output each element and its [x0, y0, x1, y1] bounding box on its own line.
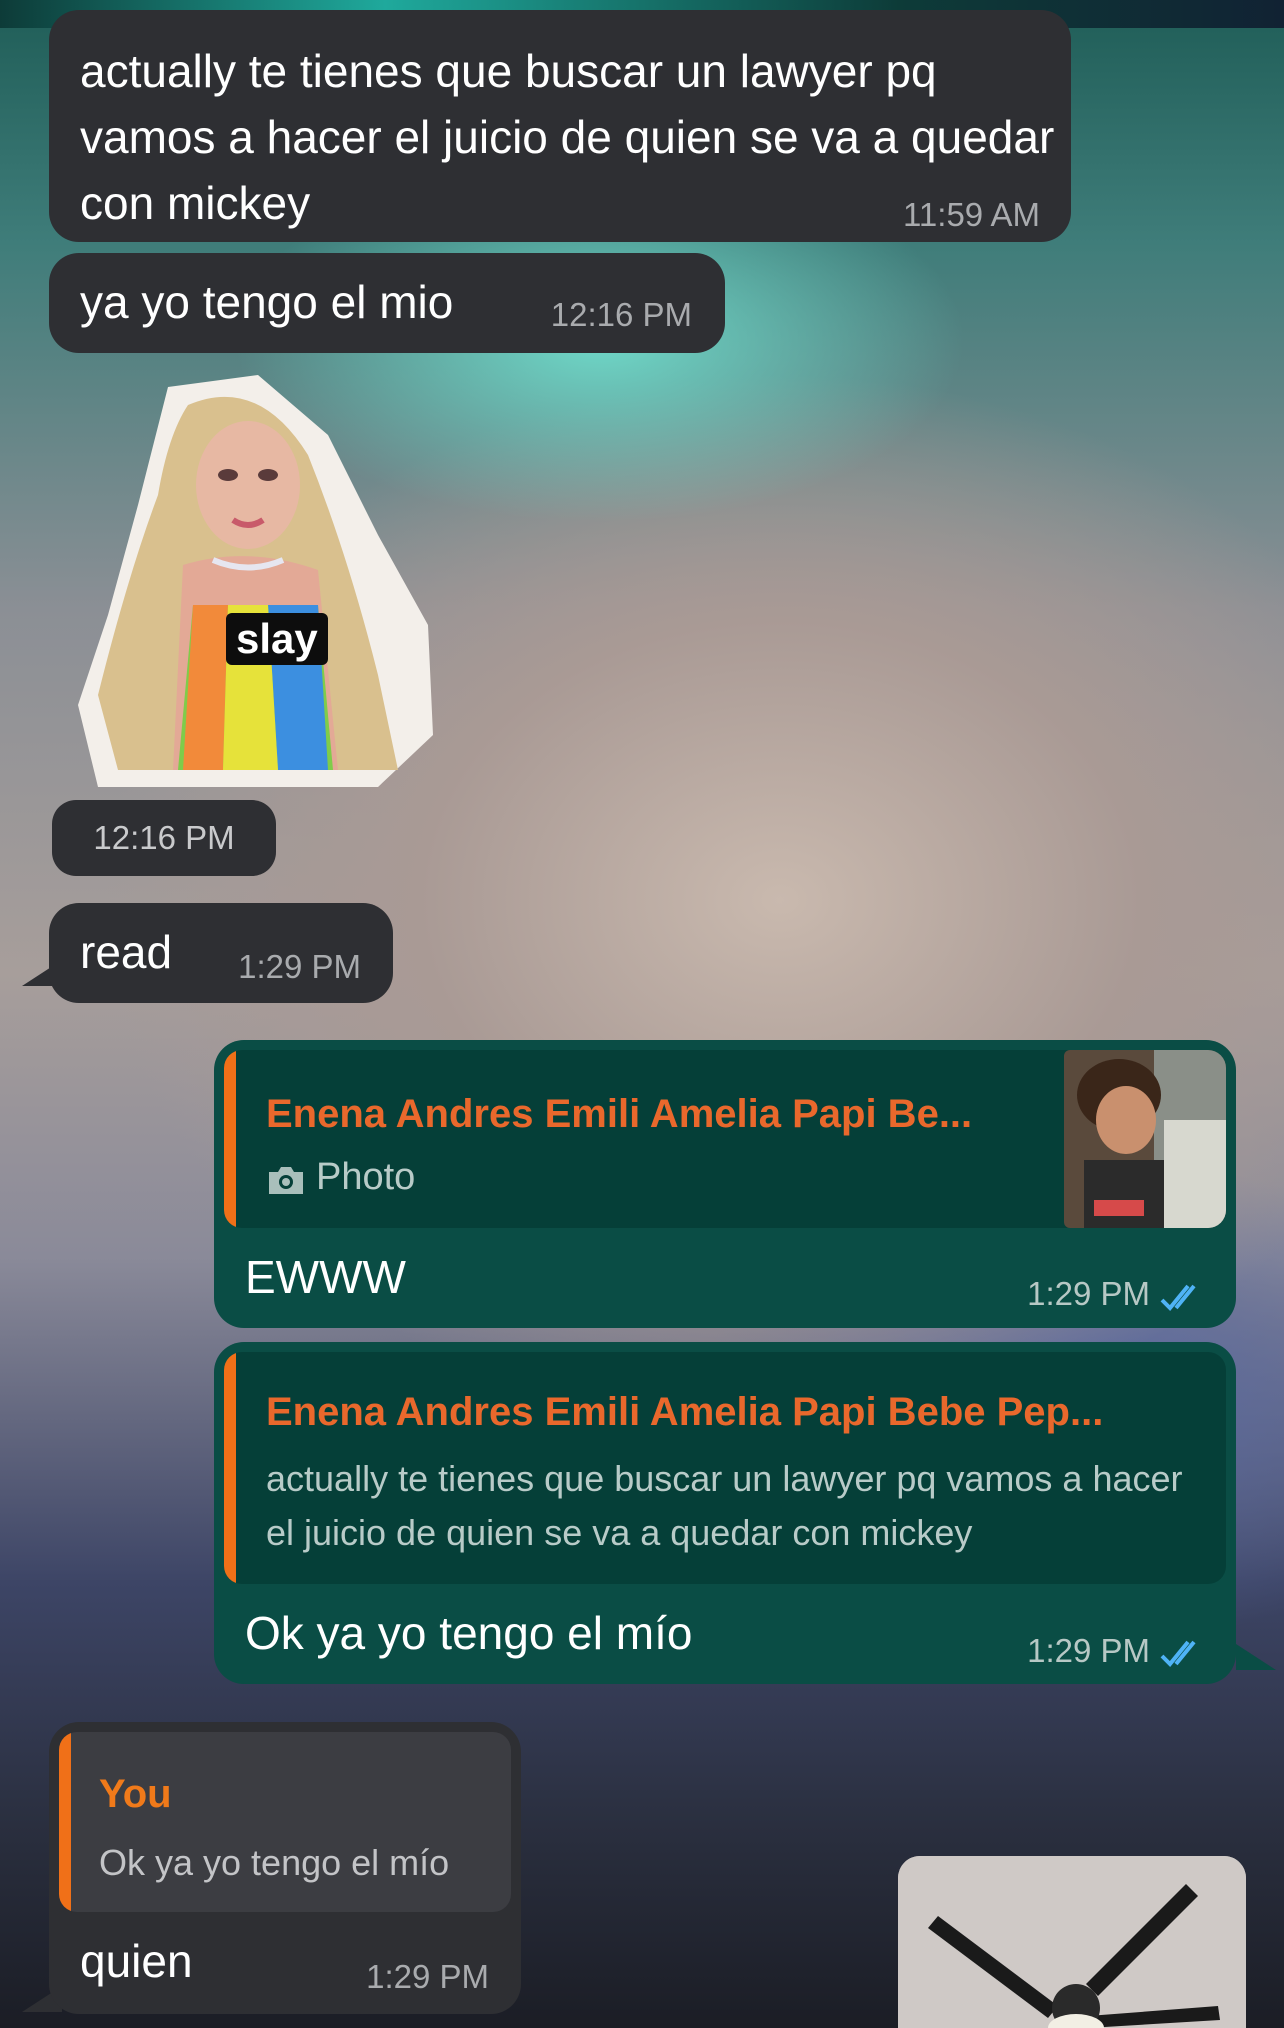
sticker-message[interactable]: slay: [78, 375, 438, 787]
message-time: 1:29 PM: [1027, 1632, 1150, 1669]
ceiling-fan-image: [898, 1856, 1246, 2028]
message-time: 11:59 AM: [903, 196, 1040, 233]
message-bubble-outgoing[interactable]: Enena Andres Emili Amelia Papi Bebe Pep.…: [214, 1342, 1236, 1684]
bubble-tail: [1236, 1644, 1276, 1670]
message-text: EWWW: [245, 1251, 406, 1303]
double-check-icon: [1160, 1282, 1208, 1317]
quote-photo-thumbnail: [1064, 1050, 1226, 1228]
quote-sender-name: You: [99, 1772, 172, 1816]
sticker-image: [78, 375, 433, 787]
quote-media-type: Photo: [316, 1156, 416, 1198]
message-time: 1:29 PM: [1027, 1275, 1150, 1312]
message-bubble-incoming[interactable]: ya yo tengo el mio 12:16 PM: [49, 253, 725, 353]
quote-sender-name: Enena Andres Emili Amelia Papi Be...: [266, 1092, 973, 1136]
message-text: Ok ya yo tengo el mío: [245, 1607, 693, 1659]
camera-icon: [266, 1164, 306, 1201]
reply-quote[interactable]: Enena Andres Emili Amelia Papi Be... Pho…: [224, 1050, 1226, 1228]
message-text: ya yo tengo el mio: [80, 276, 454, 328]
message-bubble-outgoing[interactable]: Enena Andres Emili Amelia Papi Be... Pho…: [214, 1040, 1236, 1328]
message-time: 1:29 PM: [366, 1958, 489, 1995]
quote-sender-name: Enena Andres Emili Amelia Papi Bebe Pep.…: [266, 1390, 1104, 1434]
photo-message-partial[interactable]: [898, 1856, 1246, 2028]
quote-accent-bar: [224, 1352, 236, 1584]
reply-quote[interactable]: You Ok ya yo tengo el mío: [59, 1732, 511, 1912]
sticker-time: 12:16 PM: [52, 800, 276, 876]
message-bubble-incoming[interactable]: actually te tienes que buscar un lawyer …: [49, 10, 1071, 242]
message-bubble-incoming[interactable]: You Ok ya yo tengo el mío quien 1:29 PM: [49, 1722, 521, 2014]
message-text: quien: [80, 1935, 193, 1987]
quote-accent-bar: [59, 1732, 71, 1912]
quote-message-text: Ok ya yo tengo el mío: [99, 1842, 450, 1883]
message-bubble-incoming[interactable]: read 1:29 PM: [49, 903, 393, 1003]
double-check-icon: [1160, 1638, 1208, 1673]
message-time: 12:16 PM: [550, 296, 692, 333]
quote-accent-bar: [224, 1050, 236, 1228]
message-text: read: [80, 926, 173, 978]
message-time: 1:29 PM: [238, 948, 361, 985]
sticker-caption: slay: [226, 613, 328, 665]
reply-quote[interactable]: Enena Andres Emili Amelia Papi Bebe Pep.…: [224, 1352, 1226, 1584]
quote-message-text: actually te tienes que buscar un lawyer …: [266, 1458, 1183, 1553]
